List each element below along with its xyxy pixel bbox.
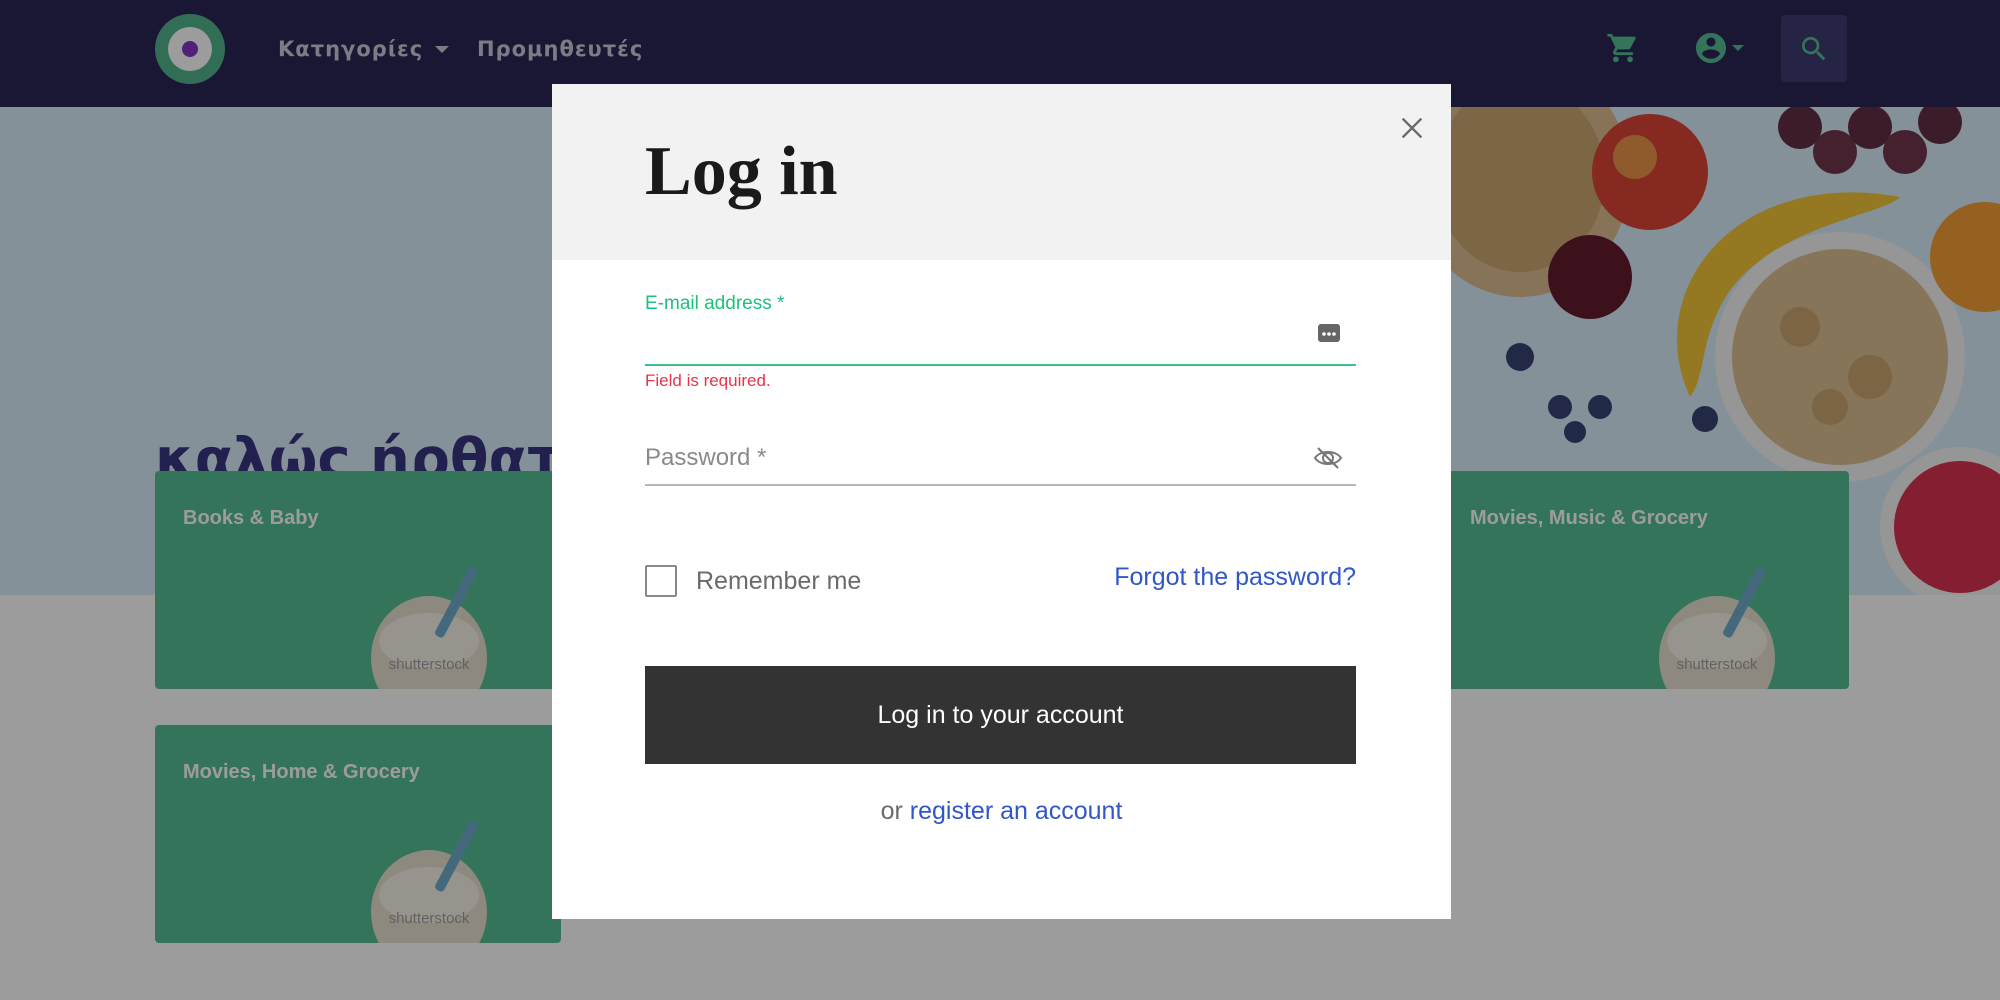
login-modal: Log in E-mail address * Field is require… bbox=[552, 84, 1451, 919]
eye-off-icon[interactable] bbox=[1312, 442, 1344, 474]
forgot-password-link[interactable]: Forgot the password? bbox=[1114, 563, 1356, 592]
email-label: E-mail address * bbox=[645, 293, 785, 314]
email-error-message: Field is required. bbox=[645, 371, 771, 390]
register-link[interactable]: register an account bbox=[910, 797, 1123, 825]
remember-me-option[interactable]: Remember me bbox=[645, 565, 861, 597]
close-button[interactable] bbox=[1392, 108, 1432, 148]
register-row: or register an account bbox=[552, 797, 1451, 826]
register-prefix: or bbox=[880, 797, 910, 825]
modal-header: Log in bbox=[552, 84, 1451, 260]
remember-me-checkbox[interactable] bbox=[645, 565, 677, 597]
autofill-icon[interactable] bbox=[1317, 321, 1341, 345]
password-field[interactable] bbox=[645, 432, 1356, 486]
remember-me-label: Remember me bbox=[696, 566, 862, 595]
close-icon bbox=[1402, 118, 1422, 138]
email-field[interactable] bbox=[645, 316, 1356, 366]
modal-title: Log in bbox=[645, 133, 838, 210]
login-submit-button[interactable]: Log in to your account bbox=[645, 666, 1356, 764]
